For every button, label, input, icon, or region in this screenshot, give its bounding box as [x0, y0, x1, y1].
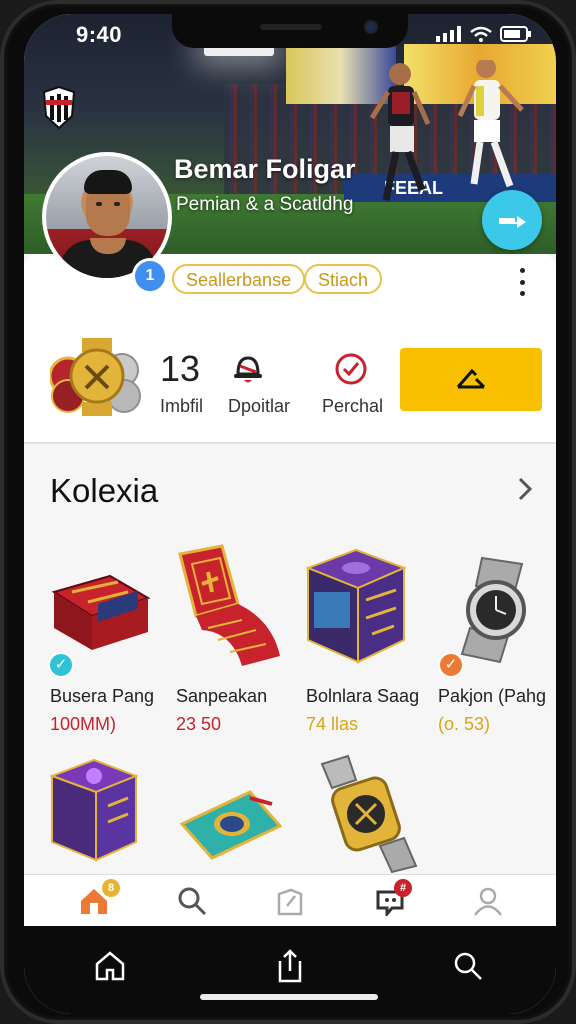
item-name: Bolnlara Saag [306, 686, 420, 706]
device-notch [172, 14, 408, 48]
item-name: Busera Pang [50, 686, 155, 706]
profile-subtitle: Pemian & a Scatldhg [176, 194, 354, 215]
home-outline-icon [95, 951, 125, 981]
item-image-box[interactable] [48, 558, 152, 654]
system-navigation-bar [24, 926, 556, 1014]
section-title: Kolexia [50, 472, 159, 509]
bell-icon[interactable] [230, 352, 266, 386]
tag-chip[interactable]: Stiach [304, 264, 383, 294]
stat-item2-label: Dpoitlar [228, 396, 291, 416]
item-image-watch[interactable] [314, 754, 424, 874]
more-options-icon[interactable] [512, 268, 532, 296]
item-price: (o. 53) [438, 714, 491, 734]
item-price: 74 llas [306, 714, 359, 734]
share-button[interactable] [482, 190, 542, 250]
item-price: 23 50 [176, 714, 222, 734]
item-image-watch[interactable] [452, 554, 546, 664]
owned-check-icon: ✓ [438, 652, 464, 678]
share-arrow-icon [456, 368, 486, 388]
nav-home[interactable]: 8 [76, 879, 120, 919]
search-icon [178, 887, 207, 916]
item-image-cube[interactable] [48, 756, 140, 874]
nav-box[interactable] [272, 883, 308, 919]
search-icon [454, 952, 482, 980]
app-screen: FEEAL 9:40 1 Bemar Foligar Pemian & a Sc… [24, 14, 556, 1014]
section-divider [24, 442, 556, 444]
status-icons [436, 26, 532, 42]
share-box-icon [278, 949, 302, 983]
nav-tag[interactable]: # [372, 879, 412, 919]
item-name: Sanpeakan [176, 686, 268, 706]
stat-item3-label: Perchal [322, 396, 384, 416]
tag-chip[interactable]: Seallerbanse [172, 264, 306, 294]
nav-search[interactable] [174, 883, 210, 919]
item-price: 100MM) [50, 714, 117, 734]
item-image-scroll[interactable] [172, 544, 282, 670]
phone-frame: FEEAL 9:40 1 Bemar Foligar Pemian & a Sc… [0, 0, 576, 1024]
bottom-nav: 8 # [24, 874, 556, 927]
battery-icon [500, 26, 531, 42]
owned-check-icon: ✓ [48, 652, 74, 678]
stat-count: 13 [160, 348, 201, 389]
verified-badge: 1 [132, 258, 168, 294]
item-image-cube[interactable] [302, 544, 410, 666]
coins-collection-icon [50, 338, 141, 416]
wifi-icon [470, 26, 492, 42]
profile-name: Bemar Foligar [174, 154, 356, 184]
system-home-button[interactable] [90, 946, 130, 986]
club-badge-icon [42, 86, 76, 130]
system-share-button[interactable] [270, 946, 310, 986]
check-circle-icon[interactable] [334, 352, 368, 386]
tag-badge: # [394, 879, 412, 897]
arrow-right-icon [499, 216, 526, 228]
item-name: Pakjon (Pahg [438, 686, 547, 706]
box-icon [277, 888, 303, 916]
chevron-right-icon[interactable] [514, 476, 536, 502]
profile-icon [474, 887, 502, 916]
share-action-button[interactable] [400, 348, 542, 411]
stat-count-label: Imbfil [160, 396, 204, 416]
item-image-card[interactable] [176, 786, 286, 870]
status-time: 9:40 [76, 22, 123, 47]
home-indicator[interactable] [200, 994, 378, 1000]
home-badge: 8 [102, 879, 120, 897]
nav-profile[interactable] [470, 883, 506, 919]
system-search-button[interactable] [448, 946, 488, 986]
signal-icon [436, 26, 461, 42]
